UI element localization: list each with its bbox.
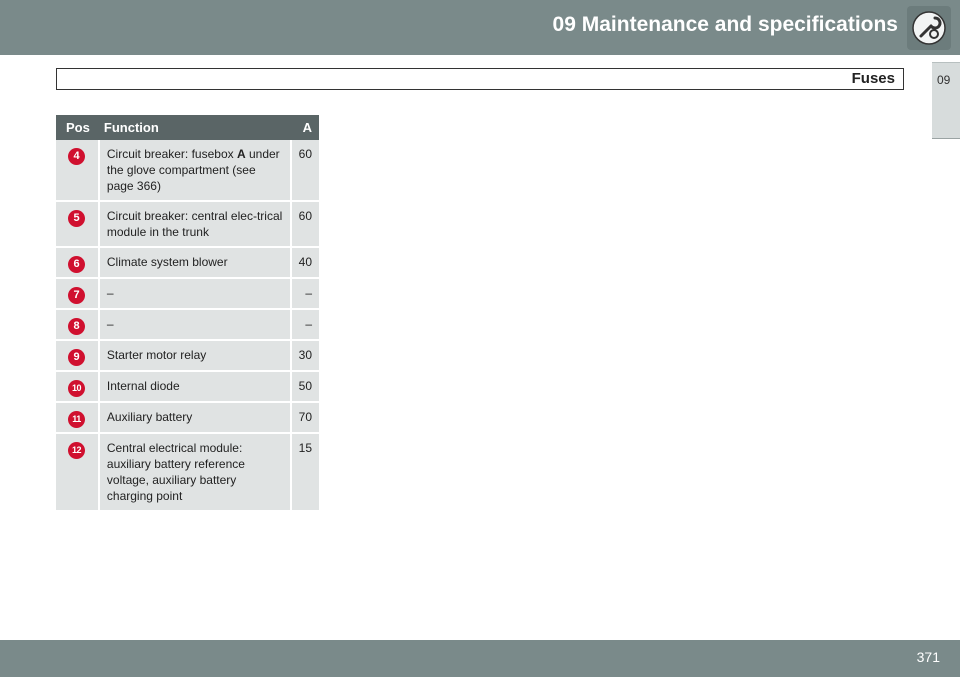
header-pos: Pos <box>56 115 100 140</box>
position-badge: 6 <box>68 256 85 273</box>
position-badge: 5 <box>68 210 85 227</box>
table-row: 7 – – <box>56 279 319 310</box>
wrench-gear-icon <box>907 6 951 50</box>
position-badge: 12 <box>68 442 85 459</box>
position-badge: 7 <box>68 287 85 304</box>
function-cell: Climate system blower <box>99 248 292 279</box>
amp-cell: 15 <box>291 434 319 512</box>
position-badge: 4 <box>68 148 85 165</box>
table-row: 6 Climate system blower 40 <box>56 248 319 279</box>
amp-cell: – <box>291 310 319 341</box>
section-header: Fuses <box>56 68 904 90</box>
table-header-row: Pos Function A <box>56 115 319 140</box>
function-cell: Starter motor relay <box>99 341 292 372</box>
footer-bar: 371 <box>0 640 960 677</box>
table-row: 8 – – <box>56 310 319 341</box>
table-row: 12 Central electrical module: auxiliary … <box>56 434 319 512</box>
table-row: 11 Auxiliary battery 70 <box>56 403 319 434</box>
position-badge: 8 <box>68 318 85 335</box>
header-amp: A <box>291 115 319 140</box>
section-title: Fuses <box>851 70 895 87</box>
position-badge: 9 <box>68 349 85 366</box>
side-tab-label: 09 <box>937 73 951 87</box>
amp-cell: 40 <box>291 248 319 279</box>
chapter-header-bar: 09 Maintenance and specifications <box>0 0 960 55</box>
table-row: 5 Circuit breaker: central elec-trical m… <box>56 202 319 248</box>
function-cell: Auxiliary battery <box>99 403 292 434</box>
function-cell: Central electrical module: auxiliary bat… <box>99 434 292 512</box>
table-row: 10 Internal diode 50 <box>56 372 319 403</box>
amp-cell: 60 <box>291 202 319 248</box>
fusebox-label: A <box>236 147 246 161</box>
function-cell: Circuit breaker: fusebox A under the glo… <box>99 140 292 202</box>
chapter-title: 09 Maintenance and specifications <box>552 13 898 36</box>
fuse-table: Pos Function A 4 Circuit breaker: fusebo… <box>56 115 319 512</box>
function-cell: – <box>99 279 292 310</box>
amp-cell: – <box>291 279 319 310</box>
amp-cell: 50 <box>291 372 319 403</box>
page-number: 371 <box>916 649 940 665</box>
position-badge: 11 <box>68 411 85 428</box>
position-badge: 10 <box>68 380 85 397</box>
amp-cell: 30 <box>291 341 319 372</box>
chapter-side-tab[interactable]: 09 <box>932 62 960 139</box>
function-cell: – <box>99 310 292 341</box>
amp-cell: 60 <box>291 140 319 202</box>
function-cell: Internal diode <box>99 372 292 403</box>
function-cell: Circuit breaker: central elec-trical mod… <box>99 202 292 248</box>
header-function: Function <box>99 115 292 140</box>
table-row: 4 Circuit breaker: fusebox A under the g… <box>56 140 319 202</box>
table-row: 9 Starter motor relay 30 <box>56 341 319 372</box>
amp-cell: 70 <box>291 403 319 434</box>
